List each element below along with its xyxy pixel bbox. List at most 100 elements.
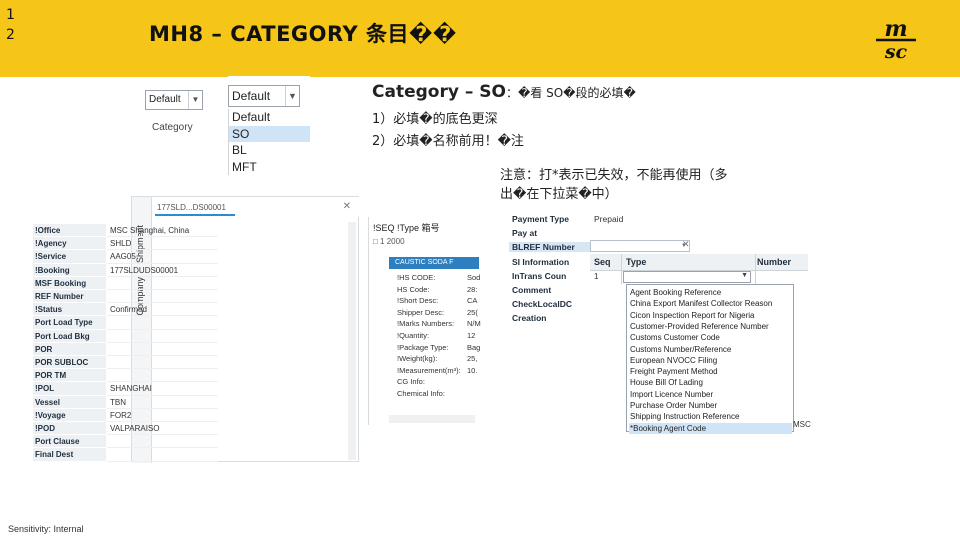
type-option[interactable]: Agent Booking Reference	[629, 287, 792, 298]
cargo-field-row: !Short Desc: CA	[397, 296, 479, 305]
cargo-field-value[interactable]: Bag	[467, 343, 480, 352]
shipment-field-value[interactable]	[107, 448, 218, 462]
cargo-field-row: !Measurement(m³): 10.	[397, 366, 479, 375]
cargo-field-value[interactable]: Sod	[467, 273, 480, 282]
reference-field-label: CheckLocalDC	[512, 299, 572, 309]
tab-booking[interactable]: 177SLD...DS00001	[157, 203, 226, 212]
type-option[interactable]: Cicon Inspection Report for Nigeria	[629, 310, 792, 321]
cargo-field-value[interactable]: 28:	[467, 285, 477, 294]
cargo-field-label: !Measurement(m³):	[397, 365, 461, 375]
type-option[interactable]: House Bill Of Lading	[629, 377, 792, 388]
shipment-field-label: Port Load Type	[33, 316, 106, 330]
scrollbar[interactable]	[348, 222, 356, 460]
scrollbar[interactable]	[389, 415, 475, 423]
shipment-field-value[interactable]	[107, 316, 218, 330]
shipment-field-label: Final Dest	[33, 448, 106, 462]
chevron-down-icon[interactable]: ▼	[285, 86, 299, 106]
category-option[interactable]: Default	[229, 109, 310, 126]
shipment-field-value[interactable]	[107, 369, 218, 383]
cargo-field-value[interactable]: 10.	[467, 366, 477, 375]
shipment-field-label: !Service	[33, 250, 106, 264]
shipment-field-value[interactable]	[107, 435, 218, 449]
type-option[interactable]: Purchase Order Number	[629, 400, 792, 411]
type-option[interactable]: China Export Manifest Collector Reason	[629, 298, 792, 309]
cargo-field-label: !Weight(kg):	[397, 354, 438, 364]
column-type[interactable]: Type	[626, 257, 646, 267]
shipment-field-value[interactable]	[107, 290, 218, 304]
shipment-field-row: Port Load Type	[33, 316, 218, 330]
shipment-field-value[interactable]: SHANGHAI	[107, 382, 218, 396]
cargo-field-value[interactable]: 12	[467, 331, 475, 340]
category-select-value: Default	[232, 89, 271, 103]
cargo-field-value[interactable]: CA	[467, 296, 477, 305]
cargo-field-row: !HS CODE: Sod	[397, 273, 480, 282]
grid-cell-value: MSC	[793, 420, 811, 429]
type-select[interactable]: ▼	[623, 271, 751, 283]
reference-grid-row[interactable]: 1 ▼	[590, 271, 808, 284]
shipment-field-label: !POL	[33, 382, 106, 396]
note-warning: 注意：打*表示已失效，不能再使用（多 出�在下拉菜�中）	[500, 166, 800, 204]
cargo-grid-header: !SEQ !Type 箱号	[373, 223, 440, 233]
shipment-field-row: MSF Booking	[33, 276, 218, 290]
cargo-field-label: CG Info:	[397, 377, 425, 387]
type-option[interactable]: Customs Number/Reference	[629, 344, 792, 355]
slide-number-2: 2	[6, 27, 15, 43]
type-option[interactable]: European NVOCC Filing	[629, 355, 792, 366]
shipment-field-value[interactable]: FOR2	[107, 409, 218, 422]
slide-number-1: 1	[6, 7, 15, 23]
chevron-down-icon[interactable]: ▼	[188, 91, 202, 109]
logo-text-bottom: sc	[884, 41, 908, 62]
shipment-field-value[interactable]: 177SLDUDS00001	[107, 264, 218, 277]
shipment-field-value[interactable]: VALPARAISO	[107, 422, 218, 436]
type-option[interactable]: Import Licence Number	[629, 389, 792, 400]
shipment-field-label: REF Number	[33, 290, 106, 304]
small-category-select[interactable]: Default ▼	[145, 90, 203, 110]
shipment-field-value[interactable]	[107, 330, 218, 343]
note-heading-suffix: ：�看 SO�段的必填�	[505, 86, 636, 100]
shipment-field-row: !Voyage FOR2	[33, 408, 218, 422]
type-option[interactable]: *Booking Agent Code	[629, 422, 792, 434]
cargo-field-label: !Marks Numbers:	[397, 319, 455, 329]
shipment-field-label: !Booking	[33, 263, 106, 277]
blref-number-input[interactable]: ▼	[590, 240, 690, 252]
category-select[interactable]: Default ▼	[228, 85, 300, 107]
shipment-field-value[interactable]: AAG05	[107, 250, 218, 264]
close-icon[interactable]: ✕	[682, 239, 690, 250]
shipment-field-value[interactable]: TBN	[107, 396, 218, 409]
shipment-field-value[interactable]: SHLD	[107, 237, 218, 251]
shipment-field-label: MSF Booking	[33, 276, 106, 290]
row-seq: 1	[594, 272, 599, 281]
cargo-field-row: HS Code: 28:	[397, 285, 479, 294]
cargo-field-value[interactable]: 25,	[467, 354, 477, 363]
cargo-field-value[interactable]: N/M	[467, 319, 481, 328]
type-option[interactable]: Customs Customer Code	[629, 332, 792, 343]
shipment-field-value[interactable]: Confirmed	[107, 303, 218, 317]
type-option[interactable]: Customer-Provided Reference Number	[629, 321, 792, 332]
shipment-field-value[interactable]	[107, 277, 218, 290]
category-dropdown[interactable]: Default ▼ Default SO BL MFT	[228, 76, 310, 176]
msc-logo-icon: m sc	[876, 16, 916, 62]
type-option[interactable]: Shipping Instruction Reference	[629, 411, 792, 422]
reference-field-label: Payment Type	[512, 214, 570, 224]
cargo-grid-row[interactable]: □ 1 2000	[373, 237, 405, 246]
cargo-field-row: !Package Type: Bag	[397, 343, 480, 352]
close-icon[interactable]: ✕	[343, 201, 351, 212]
column-number[interactable]: Number	[757, 257, 791, 267]
category-option-selected[interactable]: SO	[229, 125, 310, 142]
type-option[interactable]: Freight Payment Method	[629, 366, 792, 377]
category-option[interactable]: MFT	[229, 159, 310, 176]
note-line-2: 2）必填�名称前用！�注	[372, 134, 524, 149]
logo-text-top: m	[884, 16, 907, 42]
cargo-field-label: !Short Desc:	[397, 296, 439, 306]
shipment-field-value[interactable]	[107, 343, 218, 356]
category-option[interactable]: BL	[229, 142, 310, 159]
cargo-field-value[interactable]: 25(	[467, 308, 478, 317]
note-heading-prefix: Category – SO	[372, 82, 506, 102]
cargo-commodity-band[interactable]: CAUSTIC SODA F	[389, 257, 479, 269]
shipment-field-value[interactable]: MSC Shanghai, China	[107, 224, 218, 238]
shipment-field-row: POR	[33, 342, 218, 356]
chevron-down-icon[interactable]: ▼	[741, 272, 748, 279]
column-seq[interactable]: Seq	[594, 257, 611, 267]
sensitivity-label: Sensitivity: Internal	[8, 524, 84, 534]
shipment-field-value[interactable]	[107, 356, 218, 370]
